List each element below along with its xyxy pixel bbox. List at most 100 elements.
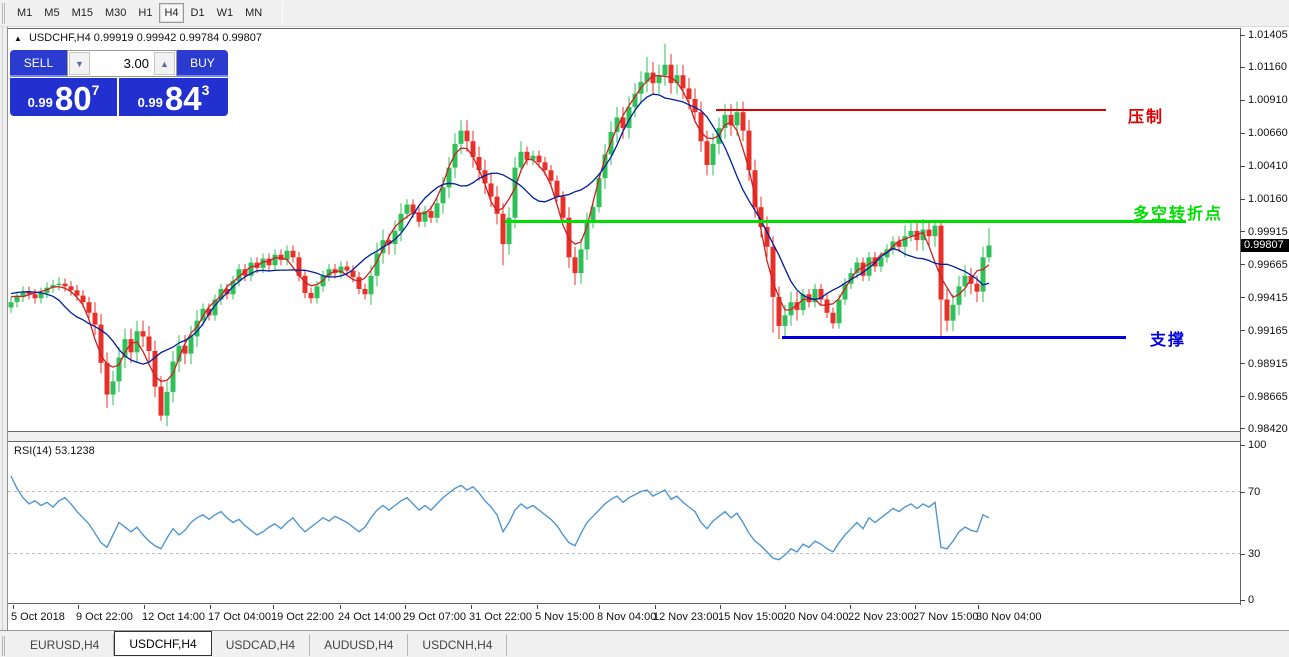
pane-splitter[interactable]: [8, 431, 1240, 441]
bear-candle: [429, 211, 434, 218]
bull-candle: [405, 205, 410, 214]
symbol-tab-usdcad[interactable]: USDCAD,H4: [212, 634, 310, 656]
timeframe-button-d1[interactable]: D1: [186, 3, 210, 23]
bear-candle: [81, 296, 86, 303]
bull-candle: [837, 300, 842, 324]
symbol-tab-usdcnh[interactable]: USDCNH,H4: [408, 634, 507, 656]
timeframe-button-mn[interactable]: MN: [240, 3, 267, 23]
bear-candle: [537, 156, 542, 163]
time-axis-tick: [273, 605, 274, 609]
time-axis-label: 24 Oct 14:00: [338, 611, 401, 623]
price-axis-tick: [1240, 133, 1245, 134]
price-axis-pane[interactable]: [1241, 28, 1289, 605]
bull-candle: [111, 381, 116, 394]
price-axis-label: 0.98915: [1248, 358, 1288, 370]
time-axis-tick: [405, 605, 406, 609]
price-axis-label: 0.98665: [1248, 391, 1288, 403]
time-axis-label: 27 Nov 15:00: [913, 611, 978, 623]
tabbar-grip[interactable]: [2, 636, 14, 656]
time-axis-tick: [210, 605, 211, 609]
time-axis-tick: [978, 605, 979, 609]
symbol-tab-eurusd[interactable]: EURUSD,H4: [16, 634, 114, 656]
time-axis-label: 19 Oct 22:00: [271, 611, 334, 623]
bull-candle: [981, 257, 986, 291]
price-axis-tick: [1240, 297, 1245, 298]
bull-candle: [711, 144, 716, 165]
bear-candle: [159, 387, 164, 416]
bull-candle: [531, 156, 536, 160]
timeframe-button-m5[interactable]: M5: [39, 3, 64, 23]
bear-candle: [825, 300, 830, 313]
time-axis-label: 5 Nov 15:00: [535, 611, 594, 623]
time-axis-tick: [340, 605, 341, 609]
price-axis-label: 0.98420: [1248, 423, 1288, 435]
price-axis-tick: [1240, 396, 1245, 397]
price-axis-label: 1.00660: [1248, 127, 1288, 139]
price-axis-tick: [1240, 166, 1245, 167]
bear-candle: [549, 170, 554, 181]
price-axis-label: 1.01405: [1248, 29, 1288, 41]
resistance-label: 压制: [1128, 103, 1164, 127]
price-axis-tick: [1240, 67, 1245, 68]
time-axis-label: 9 Oct 22:00: [76, 611, 133, 623]
time-axis-tick: [915, 605, 916, 609]
time-axis-tick: [720, 605, 721, 609]
time-axis-label: 8 Nov 04:00: [597, 611, 656, 623]
bear-candle: [669, 65, 674, 83]
rsi-axis-tick: [1240, 445, 1245, 446]
bear-candle: [939, 226, 944, 300]
turning-point-line[interactable]: [505, 220, 1186, 223]
bull-candle: [273, 255, 278, 266]
rsi-axis-label: 70: [1248, 486, 1260, 498]
bull-candle: [57, 284, 62, 285]
bear-candle: [69, 286, 74, 290]
timeframe-toolbar: M1M5M15M30H1H4D1W1MN: [0, 0, 1289, 27]
timeframe-button-h4[interactable]: H4: [159, 3, 183, 23]
symbol-tab-usdchf[interactable]: USDCHF,H4: [114, 631, 211, 656]
resistance-line[interactable]: [716, 109, 1106, 111]
rsi-axis-tick: [1240, 492, 1245, 493]
toolbar-grip[interactable]: [2, 3, 11, 24]
price-axis-tick: [1240, 363, 1245, 364]
bear-candle: [741, 112, 746, 130]
time-axis-label: 15 Nov 15:00: [718, 611, 783, 623]
bear-candle: [93, 313, 98, 325]
time-axis-tick: [471, 605, 472, 609]
bear-candle: [687, 88, 692, 99]
rsi-chart[interactable]: [8, 441, 1240, 604]
bull-candle: [453, 144, 458, 168]
bear-candle: [945, 300, 950, 321]
price-axis-label: 1.00160: [1248, 193, 1288, 205]
bear-candle: [771, 247, 776, 297]
time-axis-tick: [78, 605, 79, 609]
bull-candle: [15, 297, 20, 302]
time-axis-label: 17 Oct 04:00: [208, 611, 271, 623]
timeframe-button-m1[interactable]: M1: [12, 3, 37, 23]
timeframe-button-m30[interactable]: M30: [100, 3, 131, 23]
bull-candle: [189, 336, 194, 353]
bear-candle: [87, 302, 92, 313]
timeframe-button-m15[interactable]: M15: [67, 3, 98, 23]
bull-candle: [459, 131, 464, 144]
bear-candle: [33, 294, 38, 298]
time-axis-label: 22 Nov 23:00: [848, 611, 913, 623]
bear-candle: [309, 293, 314, 298]
bull-candle: [441, 187, 446, 203]
timeframe-button-w1[interactable]: W1: [212, 3, 239, 23]
timeframe-button-h1[interactable]: H1: [133, 3, 157, 23]
bull-candle: [735, 112, 740, 125]
candlestick-chart[interactable]: [8, 28, 1240, 431]
rsi-axis-tick: [1240, 554, 1245, 555]
bear-candle: [927, 230, 932, 237]
trading-terminal-window: M1M5M15M30H1H4D1W1MN ▲ USDCHF,H4 0.99919…: [0, 0, 1289, 657]
time-axis-label: 29 Oct 07:00: [403, 611, 466, 623]
bear-candle: [303, 276, 308, 293]
price-axis-label: 1.00910: [1248, 94, 1288, 106]
bull-candle: [315, 286, 320, 298]
time-axis-tick: [785, 605, 786, 609]
turning-point-label: 多空转折点: [1133, 200, 1223, 224]
support-line[interactable]: [782, 336, 1126, 339]
time-axis-tick: [850, 605, 851, 609]
symbol-tab-audusd[interactable]: AUDUSD,H4: [310, 634, 408, 656]
rsi-axis-tick: [1240, 600, 1245, 601]
